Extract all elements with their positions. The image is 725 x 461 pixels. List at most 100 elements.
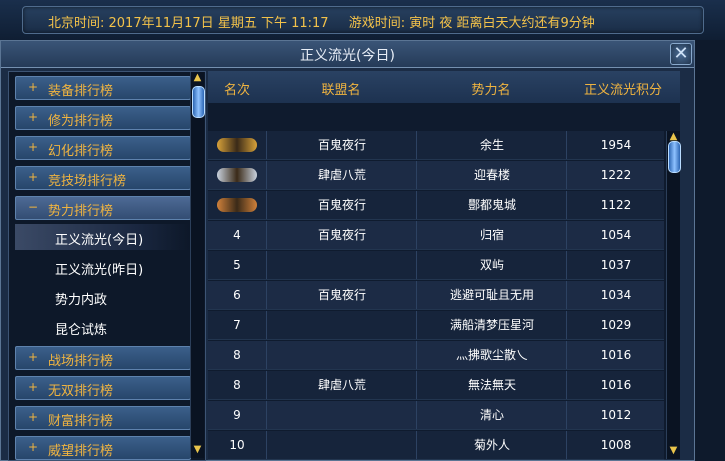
score-cell: 1054: [566, 221, 665, 249]
league-cell: [266, 251, 417, 279]
faction-cell: 菊外人: [416, 431, 567, 459]
faction-cell: 迎春楼: [416, 161, 567, 189]
sidebar-item-label: 无双排行榜: [48, 384, 114, 399]
sidebar-item-label: 修为排行榜: [48, 114, 114, 129]
faction-cell: 归宿: [416, 221, 567, 249]
table-row[interactable]: 6 百鬼夜行 逃避可耻且无用 1034: [208, 281, 664, 310]
sidebar-item-label: 战场排行榜: [48, 354, 114, 369]
sidebar-item-prestige[interactable]: + 威望排行榜: [15, 436, 191, 460]
faction-cell: 满船清梦压星河: [416, 311, 567, 339]
expand-icon: +: [28, 440, 39, 454]
league-cell: [266, 401, 417, 429]
gold-tiger-medal-icon: [217, 138, 257, 152]
sidebar-subitem-label: 正义流光(今日): [55, 233, 144, 248]
score-cell: 1008: [566, 431, 665, 459]
expand-icon: +: [28, 140, 39, 154]
league-cell: [266, 341, 417, 369]
sidebar-item-battlefield[interactable]: + 战场排行榜: [15, 346, 191, 370]
expand-icon: +: [28, 170, 39, 184]
score-cell: 1122: [566, 191, 665, 219]
expand-icon: +: [28, 80, 39, 94]
sidebar-item-label: 财富排行榜: [48, 414, 114, 429]
score-cell: 1016: [566, 371, 665, 399]
rank-cell: 8: [233, 348, 241, 362]
faction-cell: 無法無天: [416, 371, 567, 399]
ranking-sidebar: + 装备排行榜 + 修为排行榜 + 幻化排行榜 + 竞技场排行榜 − 势力排行榜…: [8, 71, 206, 461]
sidebar-item-illusion[interactable]: + 幻化排行榜: [15, 136, 191, 160]
beijing-time: 北京时间: 2017年11月17日 星期五 下午 11:17: [48, 16, 329, 31]
league-cell: 百鬼夜行: [266, 281, 417, 309]
sidebar-item-label: 装备排行榜: [48, 84, 114, 99]
sidebar-item-faction[interactable]: − 势力排行榜: [15, 196, 191, 220]
table-row[interactable]: 10 菊外人 1008: [208, 431, 664, 460]
table-scrollbar[interactable]: ▲ ▼: [666, 131, 681, 459]
sidebar-item-wealth[interactable]: + 财富排行榜: [15, 406, 191, 430]
league-cell: [266, 311, 417, 339]
sidebar-item-wushuang[interactable]: + 无双排行榜: [15, 376, 191, 400]
faction-cell: 清心: [416, 401, 567, 429]
table-row[interactable]: 8 灬拂歌尘散乀 1016: [208, 341, 664, 370]
rank-cell: 4: [233, 228, 241, 242]
sidebar-subitem-faction-affairs[interactable]: 势力内政: [15, 284, 189, 310]
league-cell: 百鬼夜行: [266, 191, 417, 219]
table-row[interactable]: 4 百鬼夜行 归宿 1054: [208, 221, 664, 250]
header-score: 正义流光积分: [583, 83, 662, 98]
sidebar-subitem-justice-yesterday[interactable]: 正义流光(昨日): [15, 254, 189, 280]
table-row[interactable]: 肆虐八荒 迎春楼 1222: [208, 161, 664, 190]
sidebar-scroll-thumb[interactable]: [192, 86, 205, 118]
table-row[interactable]: 9 清心 1012: [208, 401, 664, 430]
table-row[interactable]: 5 双屿 1037: [208, 251, 664, 280]
sidebar-subitem-label: 昆仑试炼: [55, 323, 108, 338]
faction-cell: 酆都鬼城: [416, 191, 567, 219]
sidebar-item-label: 势力排行榜: [48, 204, 114, 219]
rank-cell: 6: [233, 288, 241, 302]
sidebar-item-label: 幻化排行榜: [48, 144, 114, 159]
sidebar-subitem-justice-today[interactable]: 正义流光(今日): [15, 224, 189, 250]
table-row[interactable]: 7 满船清梦压星河 1029: [208, 311, 664, 340]
table-row[interactable]: 百鬼夜行 酆都鬼城 1122: [208, 191, 664, 220]
score-cell: 1034: [566, 281, 665, 309]
expand-icon: +: [28, 110, 39, 124]
collapse-icon: −: [28, 200, 39, 214]
close-icon[interactable]: ✕: [670, 43, 692, 65]
score-cell: 1029: [566, 311, 665, 339]
sidebar-subitem-label: 势力内政: [55, 293, 108, 308]
table-body: 百鬼夜行 余生 1954 肆虐八荒 迎春楼 1222 百鬼夜行 酆都鬼城 1122 4 百鬼夜行 归宿…: [208, 131, 664, 460]
rank-cell: 7: [233, 318, 241, 332]
ranking-table: 名次 联盟名 势力名 正义流光积分 百鬼夜行 余生 1954 肆虐八荒 迎春楼 1222 百…: [208, 71, 681, 460]
header-rank: 名次: [223, 83, 250, 98]
score-cell: 1012: [566, 401, 665, 429]
league-cell: [266, 431, 417, 459]
rank-cell: [208, 191, 266, 219]
league-cell: 肆虐八荒: [266, 161, 417, 189]
score-cell: 1016: [566, 341, 665, 369]
sidebar-scrollbar[interactable]: ▲ ▼: [190, 72, 205, 458]
faction-cell: 灬拂歌尘散乀: [416, 341, 567, 369]
scroll-down-icon[interactable]: ▼: [667, 445, 680, 457]
scroll-down-icon[interactable]: ▼: [191, 444, 204, 456]
expand-icon: +: [28, 380, 39, 394]
rank-cell: [208, 131, 266, 159]
table-scroll-thumb[interactable]: [668, 141, 681, 173]
score-cell: 1954: [566, 131, 665, 159]
rank-cell: 10: [229, 438, 245, 452]
header-league: 联盟名: [321, 83, 361, 98]
rank-cell: 9: [233, 408, 241, 422]
sidebar-item-equipment[interactable]: + 装备排行榜: [15, 76, 191, 100]
sidebar-item-cultivation[interactable]: + 修为排行榜: [15, 106, 191, 130]
sidebar-subitem-kunlun-trial[interactable]: 昆仑试炼: [15, 314, 189, 340]
rank-cell: [208, 161, 266, 189]
window-titlebar[interactable]: 正义流光(今日): [1, 41, 694, 68]
expand-icon: +: [28, 410, 39, 424]
sidebar-item-label: 竞技场排行榜: [48, 174, 127, 189]
table-row[interactable]: 8 肆虐八荒 無法無天 1016: [208, 371, 664, 400]
league-cell: 肆虐八荒: [266, 371, 417, 399]
sidebar-item-arena[interactable]: + 竞技场排行榜: [15, 166, 191, 190]
info-bar-text: 北京时间: 2017年11月17日 星期五 下午 11:17 游戏时间: 寅时 …: [48, 12, 611, 31]
table-header: 名次 联盟名 势力名 正义流光积分: [208, 71, 680, 103]
table-row[interactable]: 百鬼夜行 余生 1954: [208, 131, 664, 160]
scroll-up-icon[interactable]: ▲: [191, 72, 204, 84]
silver-tiger-medal-icon: [217, 168, 257, 182]
sidebar-item-label: 威望排行榜: [48, 444, 114, 459]
bronze-tiger-medal-icon: [217, 198, 257, 212]
